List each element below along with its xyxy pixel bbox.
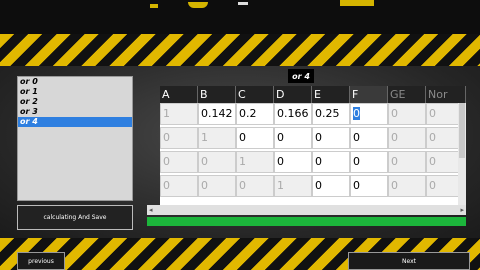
data-grid[interactable]: A B C D E F GE Nor 1 0.142 0.2 0.166 0.25 0 0 0 0 1 0 0 0 0 0 0… <box>160 86 466 206</box>
table-cell[interactable]: 0 <box>160 151 198 173</box>
top-bar <box>0 0 480 34</box>
scroll-right-icon[interactable]: ▸ <box>460 205 464 215</box>
table-cell[interactable]: 0 <box>236 127 274 149</box>
current-item-label: or 4 <box>288 69 314 83</box>
list-item[interactable]: or 4 <box>18 117 132 127</box>
table-cell[interactable]: 0 <box>198 175 236 197</box>
column-header[interactable]: E <box>312 86 350 103</box>
table-cell[interactable]: 0 <box>388 151 426 173</box>
table-cell[interactable]: 1 <box>236 151 274 173</box>
vertical-scroll-thumb[interactable] <box>459 103 465 158</box>
logo-fragment <box>238 2 248 5</box>
column-header[interactable]: A <box>160 86 198 103</box>
or-list[interactable]: or 0 or 1 or 2 or 3 or 4 <box>17 76 133 201</box>
table-cell[interactable]: 0 <box>236 175 274 197</box>
table-cell[interactable]: 0 <box>350 151 388 173</box>
table-cell[interactable]: 0 <box>274 151 312 173</box>
table-cell[interactable]: 0.166 <box>274 103 312 125</box>
calculate-save-button[interactable]: calculating And Save <box>17 205 133 230</box>
vertical-scrollbar[interactable] <box>458 103 466 206</box>
table-cell[interactable]: 0 <box>388 103 426 125</box>
table-cell[interactable]: 0 <box>350 103 388 125</box>
table-cell[interactable]: 1 <box>198 127 236 149</box>
list-item[interactable]: or 3 <box>18 107 132 117</box>
progress-fill <box>147 217 466 226</box>
table-cell[interactable]: 0.2 <box>236 103 274 125</box>
table-cell[interactable]: 0 <box>160 127 198 149</box>
next-button[interactable]: Next <box>348 252 470 270</box>
table-cell[interactable]: 0 <box>198 151 236 173</box>
logo-fragment <box>188 2 208 8</box>
column-header[interactable]: Nor <box>426 86 466 103</box>
previous-button[interactable]: previous <box>17 252 65 270</box>
list-item[interactable]: or 2 <box>18 97 132 107</box>
table-cell[interactable]: 0.142 <box>198 103 236 125</box>
column-header[interactable]: GE <box>388 86 426 103</box>
table-cell[interactable]: 1 <box>160 103 198 125</box>
table-cell[interactable]: 0 <box>312 175 350 197</box>
logo-fragment <box>150 4 158 8</box>
table-cell[interactable]: 0 <box>388 127 426 149</box>
list-item[interactable]: or 1 <box>18 87 132 97</box>
table-cell[interactable]: 0 <box>312 151 350 173</box>
horizontal-scrollbar[interactable]: ◂ ▸ <box>147 205 466 215</box>
hazard-stripes-top <box>0 34 480 66</box>
list-item[interactable]: or 0 <box>18 77 132 87</box>
table-cell[interactable]: 0 <box>274 127 312 149</box>
progress-bar <box>147 217 466 226</box>
column-header[interactable]: F <box>350 86 388 103</box>
table-cell[interactable]: 0 <box>388 175 426 197</box>
table-cell[interactable]: 0 <box>350 175 388 197</box>
logo-fragment <box>340 0 374 6</box>
table-cell[interactable]: 1 <box>274 175 312 197</box>
scroll-left-icon[interactable]: ◂ <box>149 205 153 215</box>
table-cell[interactable]: 0 <box>160 175 198 197</box>
table-cell[interactable]: 0 <box>350 127 388 149</box>
column-header[interactable]: C <box>236 86 274 103</box>
table-cell[interactable]: 0 <box>312 127 350 149</box>
column-header[interactable]: D <box>274 86 312 103</box>
column-header[interactable]: B <box>198 86 236 103</box>
table-cell[interactable]: 0.25 <box>312 103 350 125</box>
